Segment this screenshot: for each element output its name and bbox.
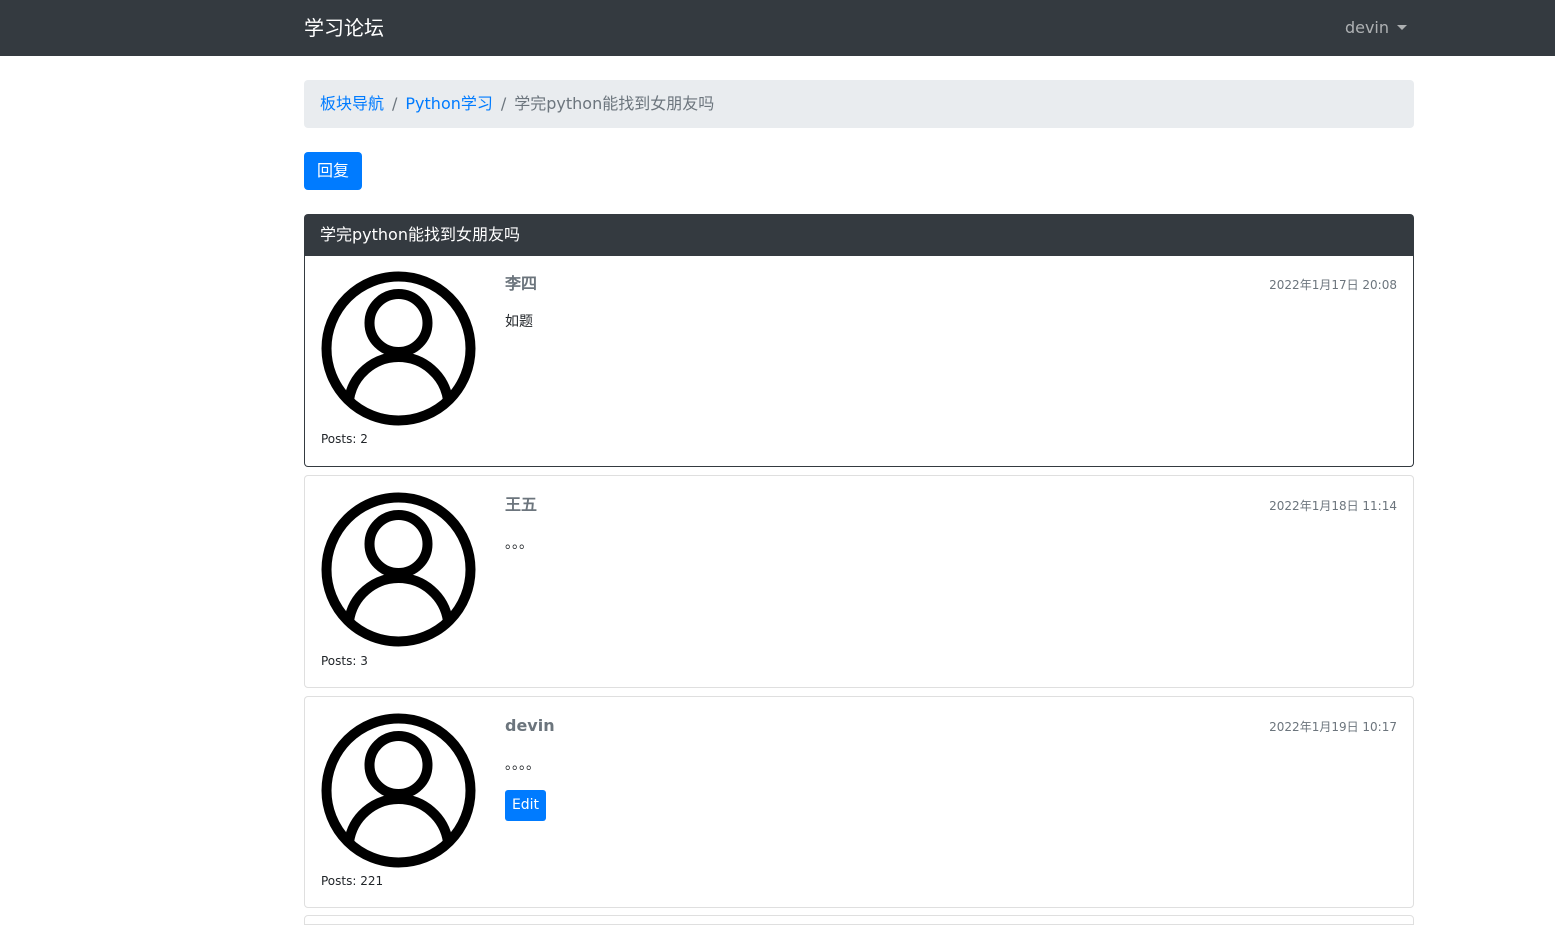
- post-time: 2022年1月18日 11:14: [1269, 499, 1397, 513]
- post-time: 2022年1月17日 20:08: [1269, 278, 1397, 292]
- post-content: 。。。。: [505, 757, 540, 773]
- edit-button[interactable]: Edit: [505, 790, 546, 821]
- post-card: Posts: 2 李四 2022年1月17日 20:08 如题: [304, 256, 1414, 467]
- breadcrumb-item-python[interactable]: Python学习: [405, 94, 492, 113]
- post-card: Posts: 221 devin 2022年1月19日 10:17 。。。。 E…: [304, 696, 1414, 908]
- post-card: Posts: 3 王五 2022年1月18日 11:14 。。。: [304, 475, 1414, 688]
- post-count: Posts: 2: [321, 432, 368, 446]
- post-count: Posts: 3: [321, 654, 368, 668]
- post-time: 2022年1月19日 10:17: [1269, 720, 1397, 734]
- post-author: devin: [505, 716, 555, 735]
- user-circle-icon: [321, 713, 476, 868]
- breadcrumb-item-current: 学完python能找到女朋友吗: [514, 94, 715, 113]
- post-card: [304, 915, 1414, 925]
- user-dropdown[interactable]: devin: [1345, 17, 1407, 39]
- reply-button[interactable]: 回复: [304, 152, 362, 190]
- site-brand[interactable]: 学习论坛: [304, 14, 384, 42]
- thread-title: 学完python能找到女朋友吗: [304, 214, 1414, 256]
- post-count: Posts: 221: [321, 874, 384, 888]
- caret-down-icon: [1397, 25, 1407, 30]
- user-name: devin: [1344, 18, 1389, 37]
- breadcrumb-separator: /: [500, 94, 507, 113]
- breadcrumb-item-board-nav[interactable]: 板块导航: [320, 94, 384, 113]
- user-circle-icon: [321, 271, 476, 426]
- breadcrumb: 板块导航 / Python学习 / 学完python能找到女朋友吗: [304, 80, 1414, 128]
- post-author: 王五: [505, 495, 538, 514]
- post-content: 。。。: [505, 536, 533, 552]
- user-circle-icon: [321, 492, 476, 647]
- breadcrumb-separator: /: [392, 94, 398, 113]
- post-author: 李四: [505, 274, 538, 293]
- top-navbar: 学习论坛 devin: [0, 0, 1555, 56]
- post-content: 如题: [505, 314, 533, 330]
